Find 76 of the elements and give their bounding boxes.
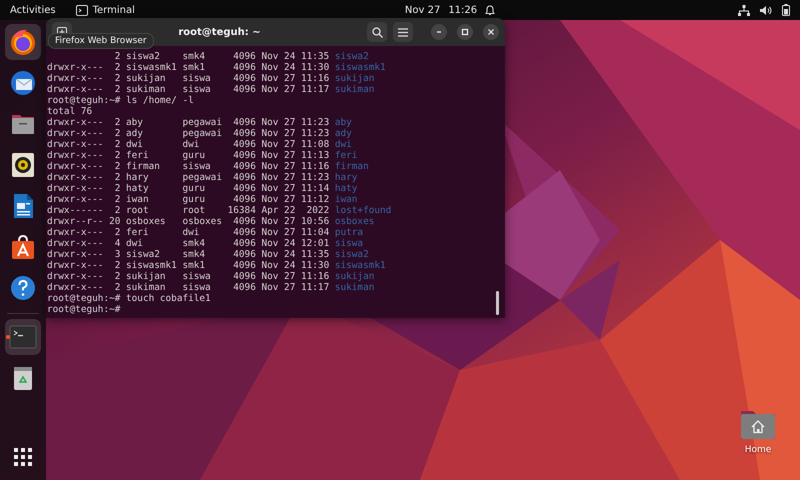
directory-name: ady xyxy=(334,128,352,139)
browser-icon xyxy=(9,28,37,56)
app-menu-label[interactable]: Terminal xyxy=(92,4,135,16)
terminal-output: root@teguh:~# ls /home/ -l xyxy=(47,95,194,106)
listing-details: drwxr-x--- 4 dwi smk4 4096 Nov 24 12:01 xyxy=(47,238,330,249)
listing-details: drwxr-x--- 2 siswasmk1 smk1 4096 Nov 24 11:30 xyxy=(47,62,330,73)
shopping-bag-icon xyxy=(9,233,37,261)
activities-button[interactable]: Activities xyxy=(4,0,62,20)
volume-icon[interactable] xyxy=(760,4,772,16)
directory-name: feri xyxy=(334,150,358,161)
directory-name: siswasmk1 xyxy=(334,260,386,271)
directory-name: siswa2 xyxy=(334,51,369,62)
listing-details: drwx------ 2 root root 16384 Apr 22 2022 xyxy=(47,205,330,216)
terminal-output: total 76 xyxy=(47,106,92,117)
minimize-button[interactable] xyxy=(431,24,447,40)
directory-name: putra xyxy=(334,227,364,238)
mail-icon xyxy=(9,69,37,97)
directory-name: siswa2 xyxy=(334,249,369,260)
listing-details: drwxr-x--- 2 feri dwi 4096 Nov 27 11:04 xyxy=(47,227,330,238)
listing-details: drwxr-x--- 2 haty guru 4096 Nov 27 11:14 xyxy=(47,183,330,194)
clock-date[interactable]: Nov 27 xyxy=(404,4,440,16)
desktop-icon-label[interactable]: Home xyxy=(744,445,772,455)
listing-details: drwxr-x--- 2 firman siswa 4096 Nov 27 11:16 xyxy=(47,161,330,172)
close-button[interactable] xyxy=(483,24,499,40)
listing-details: drwxr--r-- 20 osboxes osboxes 4096 Nov 27 10:56 xyxy=(47,216,330,227)
directory-name: dwi xyxy=(334,139,352,150)
running-indicator xyxy=(6,335,10,339)
network-icon[interactable] xyxy=(738,4,750,16)
directory-name: hary xyxy=(334,172,358,183)
directory-name: sukiman xyxy=(334,282,374,293)
app-grid-icon xyxy=(14,448,32,466)
directory-name: sukijan xyxy=(334,73,374,84)
help-icon xyxy=(9,274,37,302)
listing-details: drwxr-x--- 2 iwan guru 4096 Nov 27 11:12 xyxy=(47,194,330,205)
maximize-button[interactable] xyxy=(457,24,473,40)
listing-details: drwxr-x--- 2 sukijan siswa 4096 Nov 27 11:16 xyxy=(47,73,330,84)
directory-name: sukiman xyxy=(334,84,374,95)
listing-details: drwxr-x--- 2 dwi dwi 4096 Nov 27 11:08 xyxy=(47,139,330,150)
directory-name: iwan xyxy=(334,194,358,205)
battery-icon[interactable] xyxy=(782,4,790,16)
directory-name: aby xyxy=(334,117,352,128)
directory-name: siswa xyxy=(334,238,364,249)
listing-details: drwxr-x--- 3 siswa2 smk4 4096 Nov 24 11:35 xyxy=(47,249,330,260)
menu-button[interactable] xyxy=(393,22,413,42)
listing-details: drwxr-x--- 2 hary pegawai 4096 Nov 27 11:23 xyxy=(47,172,330,183)
directory-name: lost+found xyxy=(334,205,392,216)
window-title: root@teguh: ~ xyxy=(177,26,262,38)
listing-details: drwxr-x--- 2 sukiman siswa 4096 Nov 27 11:17 xyxy=(47,84,330,95)
directory-name: haty xyxy=(334,183,358,194)
directory-name: sukijan xyxy=(334,271,374,282)
directory-name: firman xyxy=(334,161,369,172)
listing-details: drwxr-x--- 2 siswasmk1 smk1 4096 Nov 24 11:30 xyxy=(47,260,330,271)
search-icon xyxy=(372,26,382,38)
listing-details: drwxr-x--- 2 feri guru 4096 Nov 27 11:13 xyxy=(47,150,330,161)
listing-details: drwxr-x--- 2 ady pegawai 4096 Nov 27 11:23 xyxy=(47,128,330,139)
speaker-icon xyxy=(9,151,37,179)
directory-name: osboxes xyxy=(334,216,374,227)
search-button[interactable] xyxy=(367,22,387,42)
listing-details: drwxr-x--- 2 sukijan siswa 4096 Nov 27 11:16 xyxy=(47,271,330,282)
terminal-icon xyxy=(76,4,88,16)
listing-details: 2 siswa2 smk4 4096 Nov 24 11:35 xyxy=(114,51,330,62)
dock-item[interactable] xyxy=(5,24,41,60)
listing-details: drwxr-x--- 2 aby pegawai 4096 Nov 27 11:23 xyxy=(47,117,330,128)
close-icon xyxy=(487,28,495,36)
terminal-icon xyxy=(9,323,37,351)
directory-name: siswasmk1 xyxy=(334,62,386,73)
maximize-icon xyxy=(461,28,469,36)
clock-time[interactable]: 11:26 xyxy=(448,4,478,16)
listing-details: drwxr-x--- 2 sukiman siswa 4096 Nov 27 11:17 xyxy=(47,282,330,293)
terminal-output: root@teguh:~# xyxy=(47,304,120,315)
scrollbar-thumb[interactable] xyxy=(496,291,499,315)
home-folder-icon[interactable] xyxy=(740,408,776,440)
tooltip: Firefox Web Browser xyxy=(48,33,154,49)
terminal-output: root@teguh:~# touch cobafile1 xyxy=(47,293,211,304)
menu-icon xyxy=(398,28,408,36)
bell-icon xyxy=(485,4,496,16)
